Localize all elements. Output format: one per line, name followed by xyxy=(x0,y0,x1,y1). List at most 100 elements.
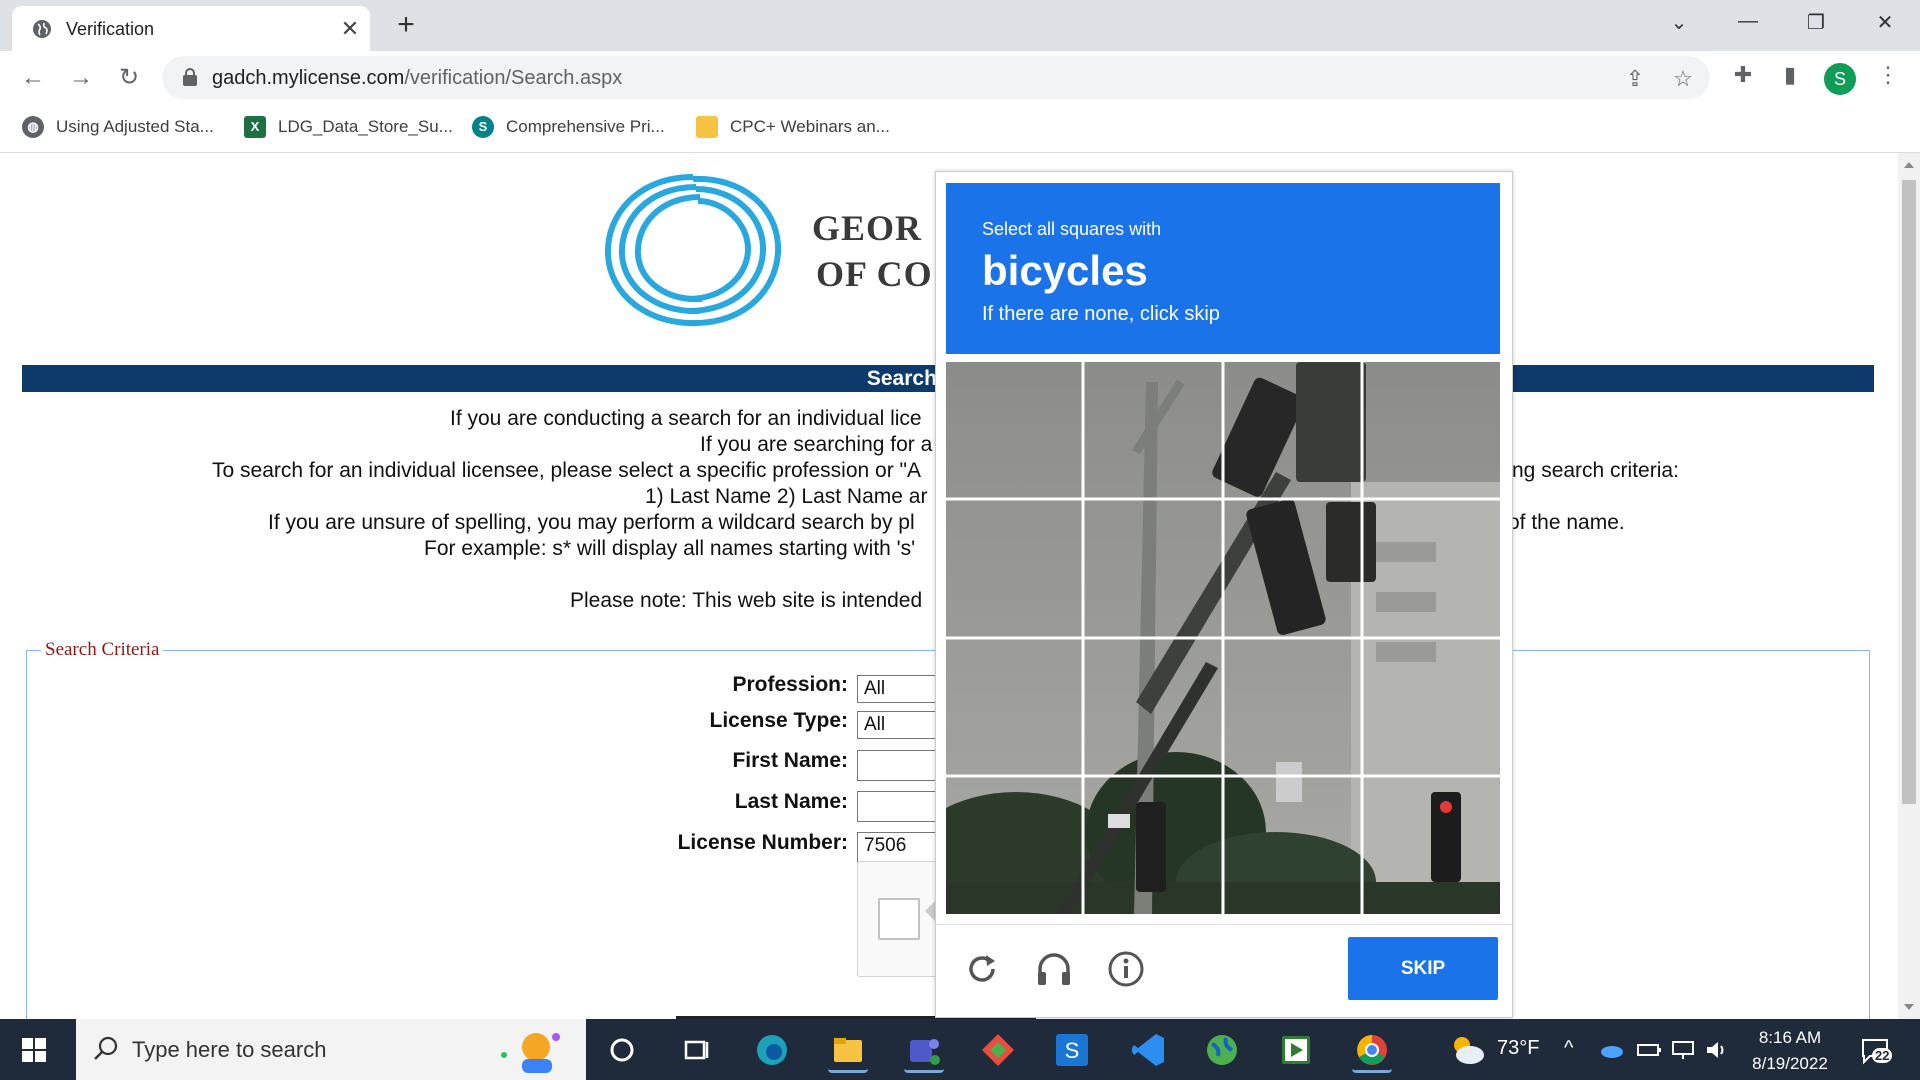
recaptcha-checkbox[interactable] xyxy=(878,898,920,940)
file-explorer-icon[interactable] xyxy=(828,1030,868,1073)
git-app-icon[interactable] xyxy=(978,1030,1018,1070)
license-type-label: License Type: xyxy=(709,709,849,732)
sharepoint-icon: S xyxy=(472,116,494,138)
minimize-button[interactable]: — xyxy=(1733,10,1763,33)
skip-button[interactable]: SKIP xyxy=(1348,937,1498,1000)
challenge-tile-3[interactable] xyxy=(1225,362,1361,498)
lock-icon xyxy=(183,68,197,86)
tab-verification[interactable]: Verification ✕ xyxy=(12,6,370,51)
svg-text:S: S xyxy=(1065,1038,1080,1063)
browser-toolbar: ← → ↻ gadch.mylicense.com/verification/S… xyxy=(0,51,1920,104)
windows-start-icon[interactable] xyxy=(22,1038,46,1062)
share-icon[interactable]: ⇪ xyxy=(1622,66,1648,92)
profession-label: Profession: xyxy=(732,673,848,696)
side-panel-icon[interactable]: ▮ xyxy=(1776,61,1804,89)
challenge-tile-4[interactable] xyxy=(1364,362,1500,498)
excel-icon: X xyxy=(244,116,266,138)
challenge-tile-12[interactable] xyxy=(1364,640,1500,776)
organization-name: GEOR OF CO xyxy=(812,208,933,294)
notification-count: 22 xyxy=(1872,1048,1893,1063)
challenge-tile-15[interactable] xyxy=(1225,778,1361,914)
challenge-tile-13[interactable] xyxy=(946,778,1082,914)
bookmark-item[interactable]: S Comprehensive Pri... xyxy=(472,114,665,140)
profile-avatar[interactable]: S xyxy=(1824,63,1856,95)
tab-title: Verification xyxy=(66,19,155,39)
challenge-tile-5[interactable] xyxy=(946,501,1082,637)
challenge-tile-16[interactable] xyxy=(1364,778,1500,914)
scroll-up-arrow-icon[interactable] xyxy=(1904,162,1914,168)
extensions-puzzle-icon[interactable]: ✚ xyxy=(1729,61,1757,89)
challenge-tile-6[interactable] xyxy=(1085,501,1221,637)
more-menu-icon[interactable]: ⋮ xyxy=(1874,61,1902,89)
folder-icon xyxy=(696,116,718,138)
challenge-header: Select all squares with bicycles If ther… xyxy=(946,183,1500,354)
info-icon[interactable] xyxy=(1106,949,1146,989)
challenge-tile-10[interactable] xyxy=(1085,640,1221,776)
media-player-icon[interactable] xyxy=(1276,1030,1316,1070)
network-icon[interactable] xyxy=(1670,1039,1696,1061)
tab-strip: Verification ✕ + ⌄ — ❐ ✕ xyxy=(0,0,1920,51)
taskbar-clock[interactable]: 8:16 AM 8/19/2022 xyxy=(1740,1025,1840,1077)
first-name-label: First Name: xyxy=(732,749,848,772)
last-name-label: Last Name: xyxy=(734,790,848,813)
challenge-divider xyxy=(936,924,1512,925)
search-highlight-illustration xyxy=(501,1033,560,1073)
onedrive-icon[interactable] xyxy=(1598,1041,1624,1059)
globe-icon: ◍ xyxy=(22,116,44,138)
challenge-tile-9[interactable] xyxy=(946,640,1082,776)
scroll-down-arrow-icon[interactable] xyxy=(1904,1004,1914,1010)
search-icon xyxy=(94,1036,118,1060)
task-view-icon[interactable] xyxy=(676,1030,716,1070)
restore-button[interactable]: ❐ xyxy=(1801,10,1831,35)
scrollbar-thumb[interactable] xyxy=(1902,180,1916,804)
close-window-button[interactable]: ✕ xyxy=(1870,10,1900,35)
weather-temperature[interactable]: 73°F xyxy=(1497,1037,1539,1060)
georgia-logo xyxy=(604,174,782,327)
chrome-icon[interactable] xyxy=(1352,1030,1392,1073)
challenge-tile-14[interactable] xyxy=(1085,778,1221,914)
bookmark-item[interactable]: X LDG_Data_Store_Su... xyxy=(244,114,453,140)
clock-time: 8:16 AM xyxy=(1758,1028,1822,1047)
cortana-icon[interactable] xyxy=(602,1030,642,1070)
challenge-instruction: Select all squares with xyxy=(982,219,1162,239)
challenge-tile-11[interactable] xyxy=(1225,640,1361,776)
volume-icon[interactable] xyxy=(1704,1039,1730,1061)
back-arrow-icon[interactable]: ← xyxy=(18,63,48,93)
teams-icon[interactable] xyxy=(904,1030,944,1073)
url-text: gadch.mylicense.com/verification/Search.… xyxy=(212,67,623,89)
battery-icon[interactable] xyxy=(1636,1041,1662,1059)
sharepoint-app-icon[interactable]: S xyxy=(1052,1030,1092,1070)
tray-overflow-chevron-icon[interactable]: ^ xyxy=(1564,1037,1573,1060)
challenge-tile-2[interactable] xyxy=(1085,362,1221,498)
license-number-label: License Number: xyxy=(677,831,848,854)
bookmark-item[interactable]: ◍ Using Adjusted Sta... xyxy=(22,114,214,140)
taskbar-search-box[interactable]: Type here to search xyxy=(76,1019,586,1080)
globe-app-icon[interactable] xyxy=(1202,1030,1242,1070)
address-bar[interactable]: gadch.mylicense.com/verification/Search.… xyxy=(162,56,1710,99)
page-scrollbar[interactable] xyxy=(1898,153,1920,1019)
taskbar-search-placeholder: Type here to search xyxy=(132,1037,327,1062)
notification-center-icon[interactable]: 22 xyxy=(1860,1036,1893,1066)
windows-taskbar: Type here to search S 73°F ^ 8:16 AM 8/1… xyxy=(0,1019,1920,1080)
challenge-tile-1[interactable] xyxy=(946,362,1082,498)
weather-cloud-icon[interactable] xyxy=(1448,1033,1488,1067)
reload-challenge-icon[interactable] xyxy=(962,949,1002,989)
bookmarks-bar: ◍ Using Adjusted Sta... X LDG_Data_Store… xyxy=(0,104,1920,153)
globe-icon xyxy=(33,20,51,38)
new-tab-button[interactable]: + xyxy=(390,9,422,41)
forward-arrow-icon[interactable]: → xyxy=(66,63,96,93)
bookmark-item[interactable]: CPC+ Webinars an... xyxy=(696,114,890,140)
star-bookmark-icon[interactable]: ☆ xyxy=(1670,66,1696,92)
recaptcha-challenge-popup: Select all squares with bicycles If ther… xyxy=(935,171,1513,1018)
challenge-image-grid xyxy=(946,362,1500,914)
close-tab-icon[interactable]: ✕ xyxy=(338,16,362,42)
challenge-target: bicycles xyxy=(982,247,1148,294)
vscode-icon[interactable] xyxy=(1128,1030,1168,1070)
challenge-tile-8[interactable] xyxy=(1364,501,1500,637)
audio-challenge-headphones-icon[interactable] xyxy=(1034,949,1074,989)
challenge-tile-7[interactable] xyxy=(1225,501,1361,637)
edge-icon[interactable] xyxy=(752,1030,792,1070)
reload-icon[interactable]: ↻ xyxy=(114,63,144,93)
tab-search-chevron-icon[interactable]: ⌄ xyxy=(1664,10,1694,35)
search-criteria-legend: Search Criteria xyxy=(41,639,164,661)
